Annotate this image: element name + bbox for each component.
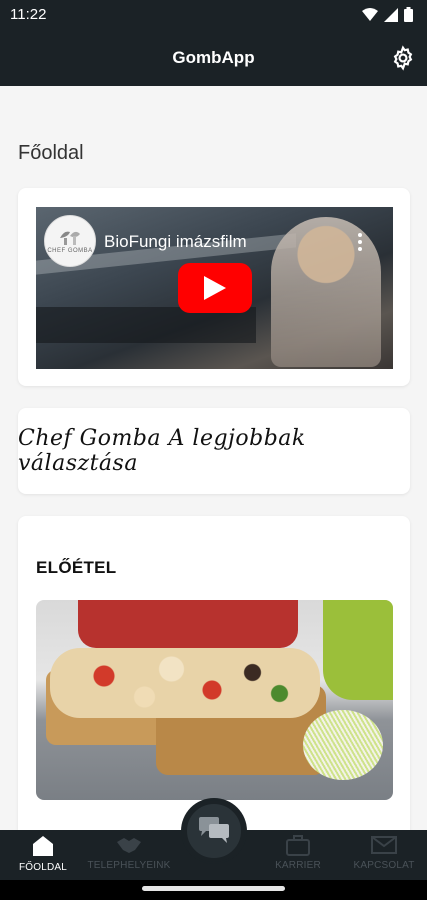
- slogan-text: Chef Gomba A legjobbak választása: [18, 426, 306, 476]
- signal-icon: [384, 7, 398, 22]
- video-title[interactable]: BioFungi imázsfilm: [104, 232, 247, 252]
- video-menu-icon[interactable]: [357, 233, 363, 251]
- status-bar: 11:22: [0, 0, 427, 30]
- briefcase-icon: [286, 835, 310, 856]
- home-indicator[interactable]: [142, 886, 285, 891]
- nav-item-locations[interactable]: TELEPHELYEINK: [86, 830, 172, 880]
- nav-label: TELEPHELYEINK: [87, 860, 171, 871]
- nav-label: KAPCSOLAT: [353, 860, 415, 871]
- nav-item-career[interactable]: KARRIER: [255, 830, 341, 880]
- settings-button[interactable]: [388, 43, 418, 73]
- main-content: Főoldal CHEF GOMBA BioFungi imázsfilm Ch…: [0, 86, 427, 830]
- category-title: ELŐÉTEL: [36, 558, 117, 577]
- food-image-detail: [50, 648, 320, 718]
- food-image-detail: [78, 600, 298, 648]
- nav-label: KARRIER: [275, 860, 321, 871]
- category-card[interactable]: ELŐÉTEL: [18, 516, 410, 830]
- play-icon: [204, 276, 226, 300]
- wifi-icon: [362, 7, 378, 21]
- nav-item-contact[interactable]: KAPCSOLAT: [341, 830, 427, 880]
- gesture-bar: [0, 880, 427, 900]
- nav-item-home[interactable]: FŐOLDAL: [0, 830, 86, 880]
- slogan-card: Chef Gomba A legjobbak választása: [18, 408, 410, 494]
- home-icon: [33, 836, 53, 856]
- chat-icon: [199, 817, 229, 843]
- video-player[interactable]: CHEF GOMBA BioFungi imázsfilm: [36, 207, 393, 369]
- category-image[interactable]: [36, 600, 393, 800]
- battery-icon: [404, 7, 413, 22]
- mushroom-icon: [60, 231, 80, 245]
- gear-icon: [393, 45, 413, 71]
- mail-icon: [371, 836, 397, 854]
- app-title: GombApp: [172, 48, 255, 67]
- play-button[interactable]: [178, 263, 252, 313]
- video-card: CHEF GOMBA BioFungi imázsfilm: [18, 188, 410, 386]
- handshake-icon: [117, 838, 141, 853]
- food-image-detail: [303, 710, 383, 780]
- channel-logo-text: CHEF GOMBA: [47, 248, 93, 254]
- nav-label: FŐOLDAL: [18, 862, 68, 873]
- video-frame-person: [271, 217, 381, 367]
- channel-logo[interactable]: CHEF GOMBA: [44, 215, 96, 267]
- status-time: 11:22: [10, 6, 47, 23]
- page-title: Főoldal: [18, 142, 84, 164]
- chat-button[interactable]: [183, 800, 245, 862]
- app-bar: GombApp: [0, 30, 427, 86]
- status-icons: [362, 7, 413, 22]
- food-image-detail: [323, 600, 393, 700]
